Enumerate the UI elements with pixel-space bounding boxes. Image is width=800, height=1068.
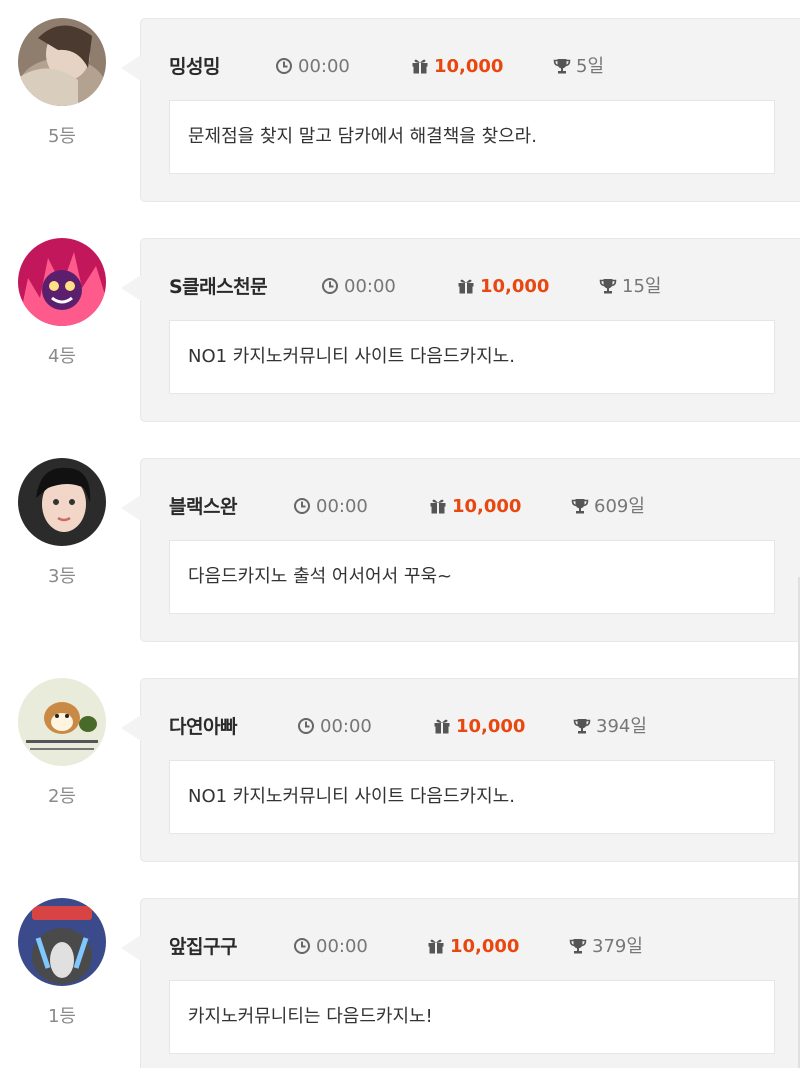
days-stat: 394일	[573, 713, 647, 741]
user-avatar[interactable]	[18, 18, 106, 106]
days-value: 394일	[596, 716, 647, 737]
trophy-icon	[569, 939, 587, 954]
clock-icon	[276, 58, 292, 74]
comment-message: NO1 카지노커뮤니티 사이트 다음드카지노.	[169, 760, 775, 834]
comment-card: 앞집구구 00:00 10,000 379일 카지노커뮤니티는 다음드카지노!	[121, 898, 800, 1068]
time-value: 00:00	[316, 936, 368, 957]
comment-message: NO1 카지노커뮤니티 사이트 다음드카지노.	[169, 320, 775, 394]
time-stat: 00:00	[293, 493, 368, 521]
time-value: 00:00	[344, 276, 396, 297]
clock-icon	[294, 938, 310, 954]
nickname[interactable]: 밍성밍	[169, 53, 220, 81]
rank-label: 1등	[47, 1006, 76, 1027]
clock-icon	[294, 498, 310, 514]
entry-meta: 앞집구구 00:00 10,000 379일	[169, 933, 789, 961]
card-pointer	[121, 935, 141, 961]
trophy-icon	[599, 279, 617, 294]
days-stat: 5일	[553, 53, 604, 81]
card-pointer	[121, 55, 141, 81]
rank-label: 3등	[47, 566, 76, 587]
time-value: 00:00	[320, 716, 372, 737]
days-value: 15일	[622, 276, 662, 297]
card-pointer	[121, 715, 141, 741]
points-stat: 10,000	[457, 273, 549, 301]
time-stat: 00:00	[293, 933, 368, 961]
points-stat: 10,000	[427, 933, 519, 961]
user-avatar[interactable]	[18, 458, 106, 546]
comment-message: 카지노커뮤니티는 다음드카지노!	[169, 980, 775, 1054]
entry-meta: 다연아빠 00:00 10,000 394일	[169, 713, 789, 741]
days-value: 379일	[592, 936, 643, 957]
points-value: 10,000	[452, 496, 522, 517]
days-value: 5일	[576, 56, 605, 77]
attendance-entry: 5등 밍성밍 00:00 10,000 5일 문제점을 찾지 말고 담카에서 해…	[0, 0, 800, 202]
points-value: 10,000	[450, 936, 520, 957]
entry-meta: S클래스천문 00:00 10,000 15일	[169, 273, 789, 301]
comment-card: 다연아빠 00:00 10,000 394일 NO1 카지노커뮤니티 사이트 다…	[121, 678, 800, 862]
comment-card: 밍성밍 00:00 10,000 5일 문제점을 찾지 말고 담카에서 해결책을…	[121, 18, 800, 202]
time-stat: 00:00	[275, 53, 350, 81]
entry-meta: 블랙스완 00:00 10,000 609일	[169, 493, 789, 521]
rank-label: 4등	[47, 346, 76, 367]
card-pointer	[121, 275, 141, 301]
nickname[interactable]: 앞집구구	[169, 933, 237, 961]
clock-icon	[322, 278, 338, 294]
card-pointer	[121, 495, 141, 521]
attendance-entry: 1등 앞집구구 00:00 10,000 379일 카지노커뮤니티는 다음드카지…	[0, 880, 800, 1068]
entry-meta: 밍성밍 00:00 10,000 5일	[169, 53, 789, 81]
points-stat: 10,000	[429, 493, 521, 521]
gift-icon	[434, 719, 450, 734]
attendance-entry: 3등 블랙스완 00:00 10,000 609일 다음드카지노 출석 어서어서…	[0, 440, 800, 642]
comment-message: 문제점을 찾지 말고 담카에서 해결책을 찾으라.	[169, 100, 775, 174]
attendance-entry: 2등 다연아빠 00:00 10,000 394일 NO1 카지노커뮤니티 사이…	[0, 660, 800, 862]
gift-icon	[458, 279, 474, 294]
time-stat: 00:00	[297, 713, 372, 741]
points-value: 10,000	[456, 716, 526, 737]
trophy-icon	[571, 499, 589, 514]
nickname[interactable]: 다연아빠	[169, 713, 237, 741]
comment-card: S클래스천문 00:00 10,000 15일 NO1 카지노커뮤니티 사이트 …	[121, 238, 800, 422]
nickname[interactable]: 블랙스완	[169, 493, 237, 521]
attendance-list: 5등 밍성밍 00:00 10,000 5일 문제점을 찾지 말고 담카에서 해…	[0, 0, 800, 1068]
trophy-icon	[553, 59, 571, 74]
points-value: 10,000	[434, 56, 504, 77]
gift-icon	[430, 499, 446, 514]
time-value: 00:00	[298, 56, 350, 77]
nickname[interactable]: S클래스천문	[169, 273, 268, 301]
gift-icon	[412, 59, 428, 74]
rank-label: 2등	[47, 786, 76, 807]
rank-label: 5등	[47, 126, 76, 147]
time-value: 00:00	[316, 496, 368, 517]
attendance-entry: 4등 S클래스천문 00:00 10,000 15일 NO1 카지노커뮤니티 사…	[0, 220, 800, 422]
points-value: 10,000	[480, 276, 550, 297]
days-stat: 15일	[599, 273, 661, 301]
gift-icon	[428, 939, 444, 954]
comment-message: 다음드카지노 출석 어서어서 꾸욱~	[169, 540, 775, 614]
user-avatar[interactable]	[18, 678, 106, 766]
points-stat: 10,000	[411, 53, 503, 81]
clock-icon	[298, 718, 314, 734]
trophy-icon	[573, 719, 591, 734]
time-stat: 00:00	[321, 273, 396, 301]
days-stat: 379일	[569, 933, 643, 961]
points-stat: 10,000	[433, 713, 525, 741]
user-avatar[interactable]	[18, 238, 106, 326]
days-value: 609일	[594, 496, 645, 517]
comment-card: 블랙스완 00:00 10,000 609일 다음드카지노 출석 어서어서 꾸욱…	[121, 458, 800, 642]
days-stat: 609일	[571, 493, 645, 521]
user-avatar[interactable]	[18, 898, 106, 986]
